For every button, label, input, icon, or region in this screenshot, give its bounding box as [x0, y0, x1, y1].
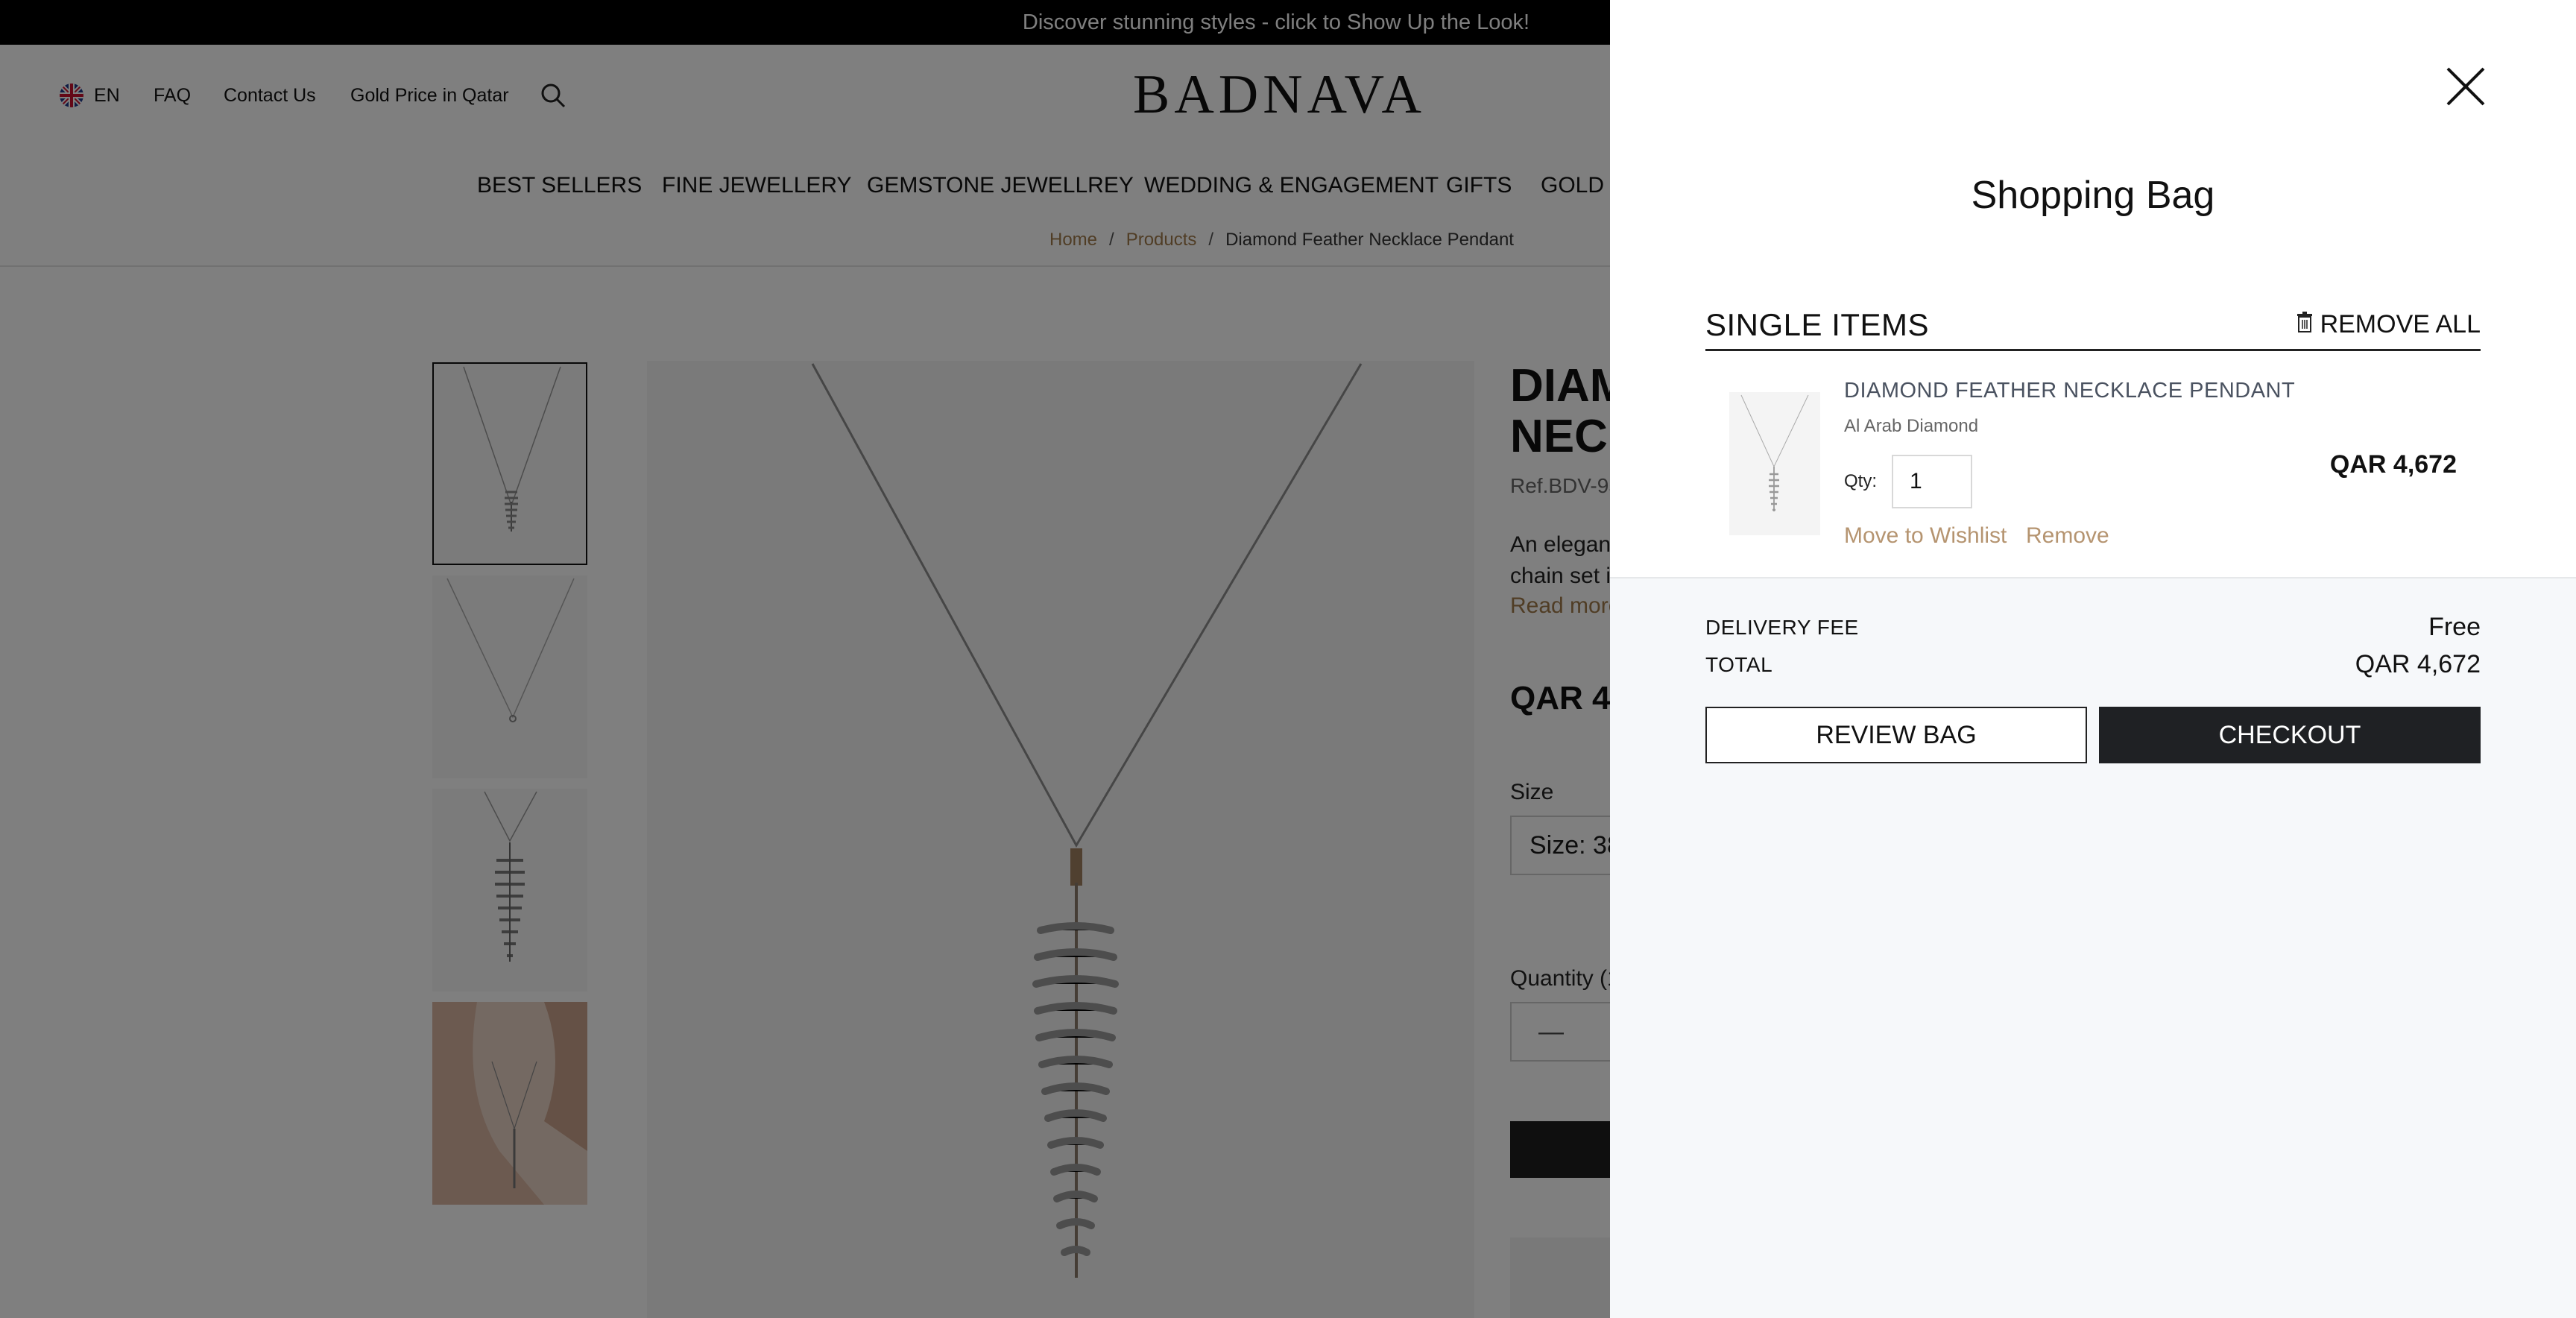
move-to-wishlist-link[interactable]: Move to Wishlist [1844, 523, 2007, 549]
single-items-heading: SINGLE ITEMS [1705, 307, 1930, 342]
trash-icon [2296, 310, 2313, 339]
remove-item-link[interactable]: Remove [2026, 523, 2109, 549]
modal-overlay[interactable] [0, 0, 1610, 1318]
remove-all-button[interactable]: REMOVE ALL [2296, 310, 2481, 339]
total-value: QAR 4,672 [2355, 650, 2481, 678]
checkout-button[interactable]: CHECKOUT [2099, 707, 2481, 763]
bag-item-image[interactable] [1729, 392, 1820, 535]
bag-item-brand: Al Arab Diamond [1844, 416, 1979, 436]
bag-summary-panel [1610, 577, 2576, 1318]
section-divider [1705, 349, 2481, 351]
total-label: TOTAL [1705, 653, 1773, 676]
close-icon[interactable] [2436, 61, 2496, 121]
bag-qty-label: Qty: [1844, 471, 1878, 491]
delivery-fee-label: DELIVERY FEE [1705, 616, 1859, 639]
delivery-fee-value: Free [2428, 613, 2481, 641]
bag-title: Shopping Bag [1971, 174, 2215, 217]
shopping-bag-drawer: Shopping Bag SINGLE ITEMS REMOVE ALL DIA… [1610, 0, 2576, 1318]
remove-all-label: REMOVE ALL [2320, 310, 2481, 338]
bag-qty-input[interactable] [1892, 455, 1972, 508]
bag-item-price: QAR 4,672 [2329, 450, 2457, 479]
review-bag-button[interactable]: REVIEW BAG [1705, 707, 2087, 763]
product-page: Discover stunning styles - click to Show… [0, 0, 2576, 1318]
bag-item-name[interactable]: DIAMOND FEATHER NECKLACE PENDANT [1844, 379, 2295, 403]
